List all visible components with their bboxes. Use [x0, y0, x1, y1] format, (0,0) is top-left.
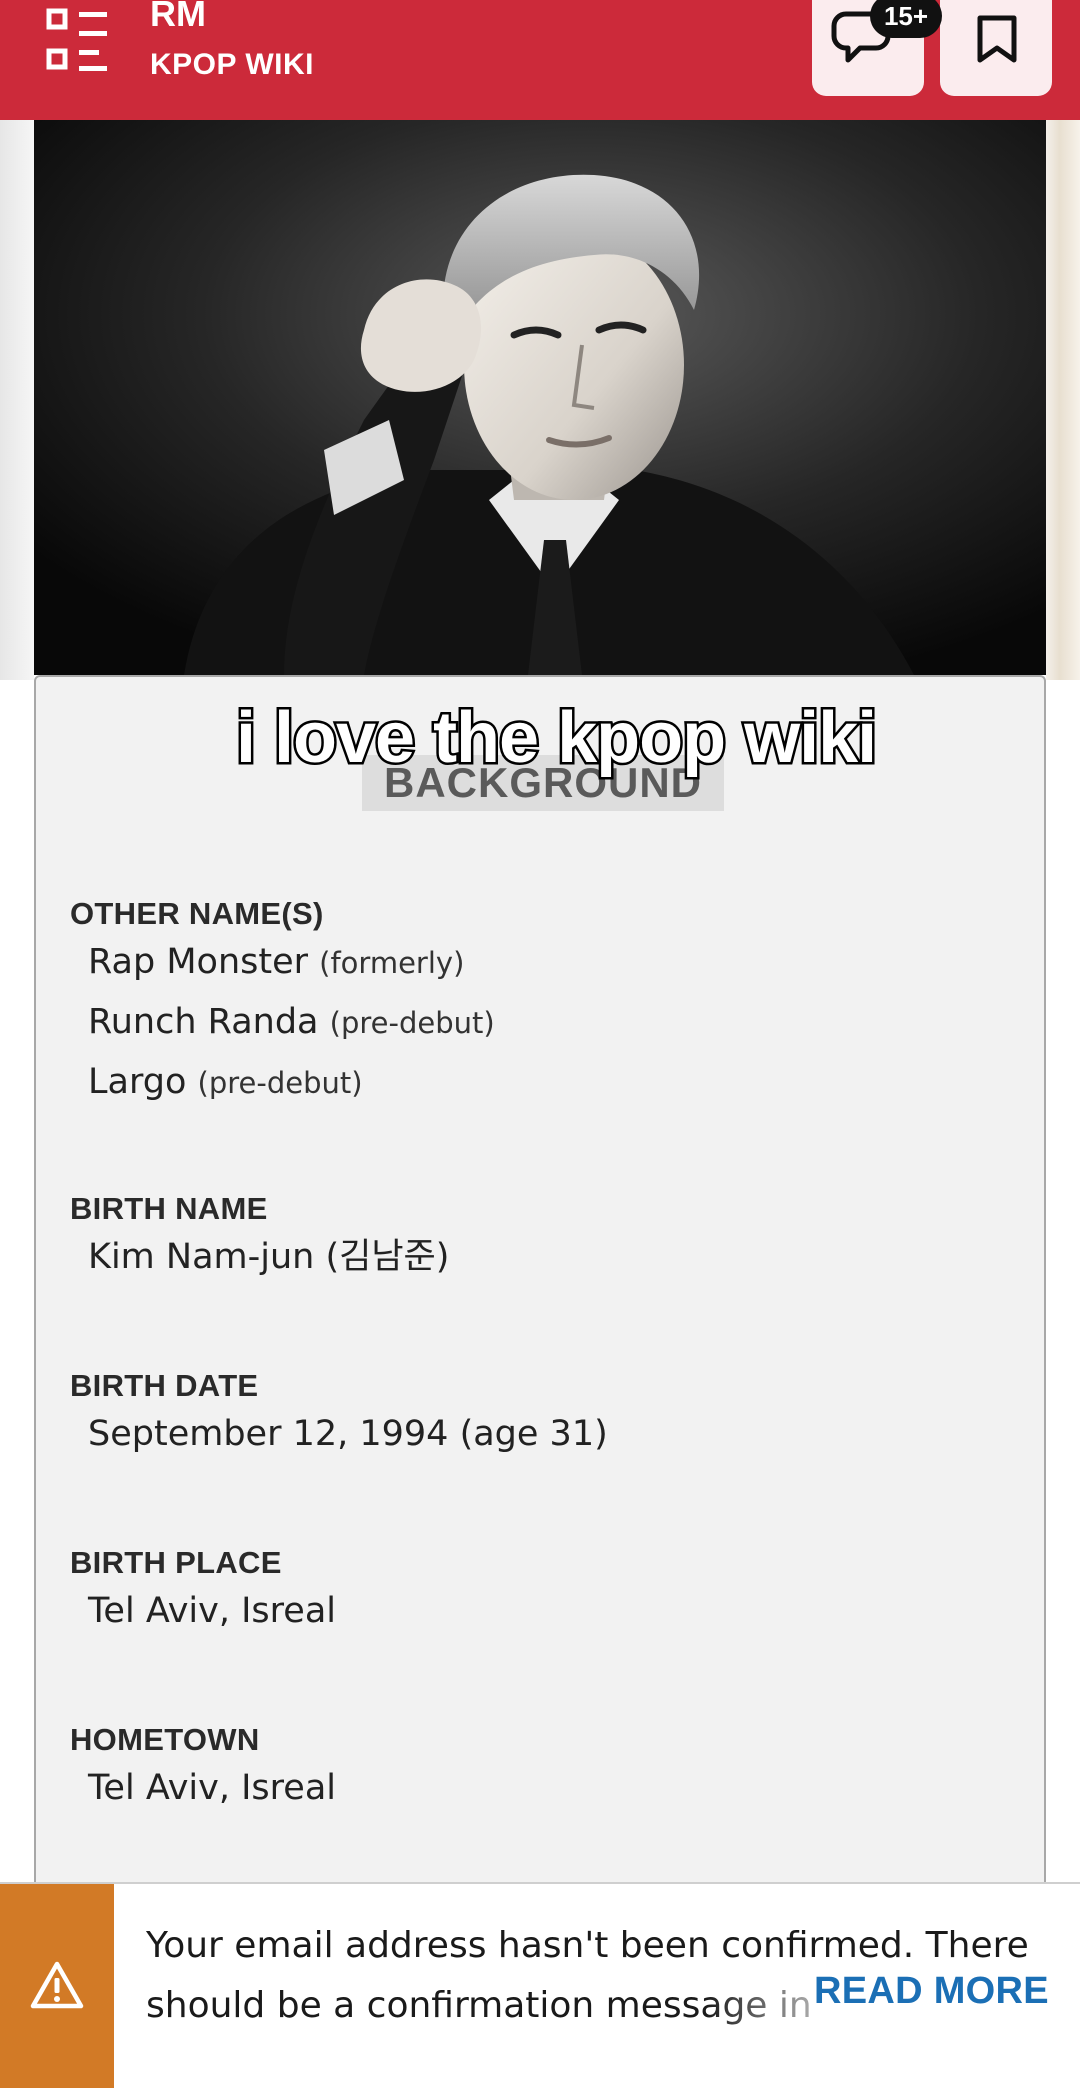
wiki-name[interactable]: KPOP WIKI: [150, 48, 314, 82]
field-label: HOMETOWN: [70, 1722, 260, 1757]
infobox-panel: BACKGROUND i love the kpop wiki OTHER NA…: [34, 675, 1046, 1935]
portrait-image: [34, 120, 1046, 675]
field-value: Kim Nam-jun (김남준): [88, 1237, 450, 1277]
background-strip-right: [1046, 120, 1080, 680]
field-label: BIRTH PLACE: [70, 1545, 282, 1580]
other-name-item: Largo (pre-debut): [88, 1053, 495, 1113]
hometown-field: HOMETOWN Tel Aviv, Isreal: [70, 1721, 336, 1818]
field-value: Tel Aviv, Isreal: [88, 1768, 336, 1808]
read-more-link[interactable]: READ MORE: [814, 1970, 1049, 2013]
bookmark-button[interactable]: [940, 0, 1052, 96]
other-name-item: Runch Randa (pre-debut): [88, 993, 495, 1053]
page: RM KPOP WIKI 15+ BACKGROUND i love the k…: [0, 0, 1080, 2088]
other-name: Runch Randa: [88, 1002, 319, 1042]
notice-line-1: Your email address hasn't been confirmed…: [146, 1925, 1029, 1966]
warning-triangle-icon: [30, 1961, 84, 2009]
field-label: BIRTH DATE: [70, 1368, 259, 1403]
page-title: RM: [150, 0, 206, 34]
other-name-note: (pre-debut): [329, 1006, 495, 1040]
other-name-note: (formerly): [319, 946, 465, 980]
field-label: BIRTH NAME: [70, 1191, 268, 1226]
field-label: OTHER NAME(S): [70, 896, 324, 931]
other-name-note: (pre-debut): [197, 1066, 363, 1100]
birth-date-field: BIRTH DATE September 12, 1994 (age 31): [70, 1367, 608, 1464]
comment-count-badge: 15+: [870, 0, 942, 38]
field-value: September 12, 1994 (age 31): [88, 1414, 608, 1454]
background-strip-left: [0, 120, 34, 680]
other-name: Largo: [88, 1062, 187, 1102]
birth-place-field: BIRTH PLACE Tel Aviv, Isreal: [70, 1544, 336, 1641]
birth-name-field: BIRTH NAME Kim Nam-jun (김남준): [70, 1190, 449, 1287]
other-names-field: OTHER NAME(S) Rap Monster (formerly) Run…: [70, 895, 495, 1113]
profile-photo[interactable]: [34, 120, 1046, 675]
page-title-block: RM KPOP WIKI: [150, 0, 314, 82]
bookmark-icon: [977, 15, 1017, 63]
warning-icon-box: [0, 1884, 114, 2088]
field-value: Tel Aviv, Isreal: [88, 1591, 336, 1631]
other-name: Rap Monster: [88, 942, 309, 982]
overlay-caption: i love the kpop wiki: [234, 696, 880, 781]
top-app-bar: RM KPOP WIKI 15+: [0, 0, 1080, 120]
other-name-item: Rap Monster (formerly): [88, 933, 495, 993]
list-menu-icon[interactable]: [46, 8, 110, 74]
